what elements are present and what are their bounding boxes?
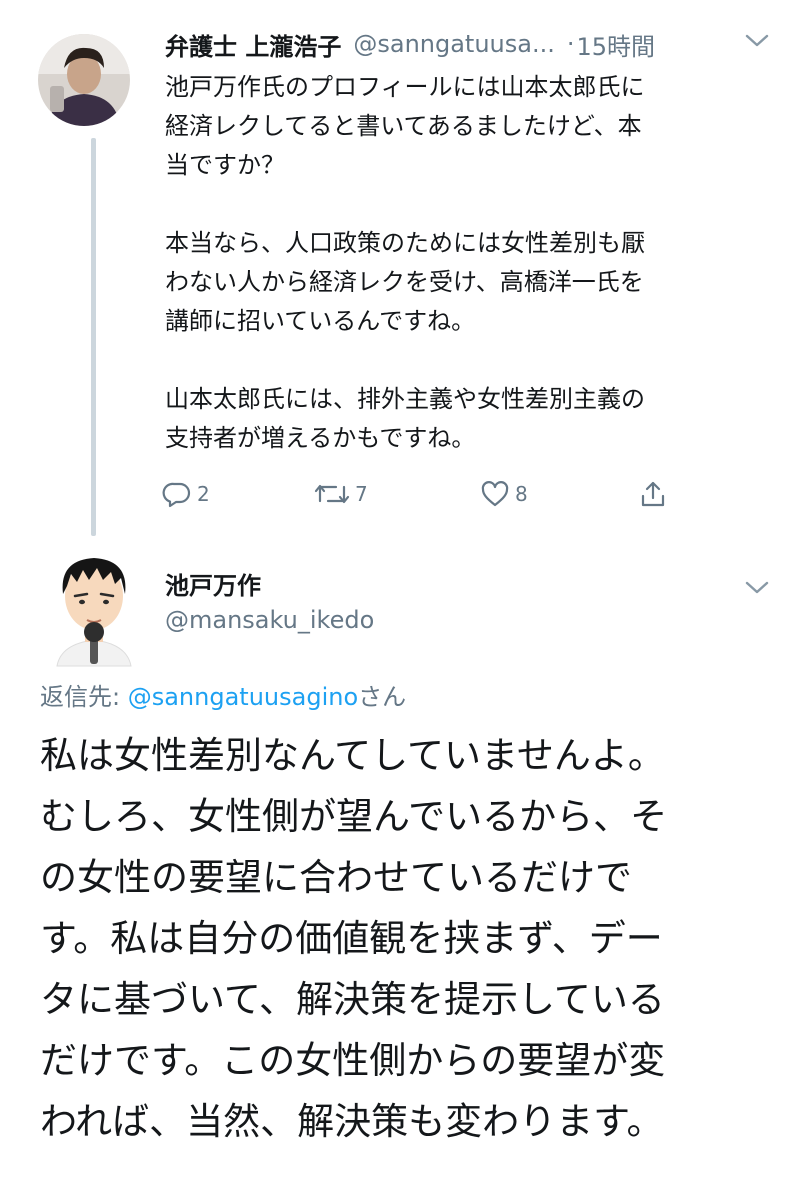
retweet-button[interactable]: 7 [314, 474, 368, 514]
replying-to-line: 返信先: @sanngatuusaginoさん [40, 677, 406, 712]
author-handle[interactable]: @sanngatuusa... [353, 30, 555, 58]
like-button[interactable]: 8 [480, 474, 528, 514]
retweet-count: 7 [355, 482, 368, 506]
thread-connector [91, 138, 96, 536]
tweet-paragraph: 山本太郎氏には、排外主義や女性差別主義の 支持者が増えるかもですね。 [165, 385, 645, 452]
parent-tweet-header: 弁護士 上瀧浩子 @sanngatuusa... · 15時間 [165, 24, 785, 64]
tweet-paragraph: 本当なら、人口政策のためには女性差別も厭 わない人から経済レクを受け、高橋洋一氏… [165, 229, 645, 335]
tweet-line: われば、当然、解決策も変わります。 [40, 1100, 664, 1143]
author-avatar[interactable] [38, 34, 130, 126]
tweet-line: 私は女性差別なんてしていませんよ。 [40, 734, 665, 777]
tweet-line: の女性の要望に合わせているだけで [40, 856, 632, 899]
retweet-icon [314, 484, 350, 504]
reply-author-display-name[interactable]: 池戸万作 [165, 566, 261, 601]
tweet-line: だけです。この女性側からの要望が変 [40, 1039, 666, 1082]
tweet-line: タに基づいて、解決策を提示している [40, 978, 665, 1021]
reply-to-mention-link[interactable]: @sanngatuusagino [128, 683, 358, 711]
like-icon [481, 481, 509, 507]
tweet-line: むしろ、女性側が望んでいるから、そ [40, 795, 668, 838]
tweet-paragraph: 池戸万作氏のプロフィールには山本太郎氏に 経済レクしてると書いてあるましたけど、… [165, 73, 645, 179]
reply-author-avatar[interactable] [47, 548, 141, 668]
tweet-actions: 2 7 8 [160, 474, 680, 514]
tweet-line: す。私は自分の価値観を挟まず、デー [40, 917, 663, 960]
reply-icon [162, 482, 191, 508]
header-separator: · [566, 30, 575, 58]
share-icon [641, 481, 665, 507]
reply-button[interactable]: 2 [162, 474, 210, 514]
author-display-name[interactable]: 弁護士 上瀧浩子 [165, 27, 341, 62]
reply-to-prefix: 返信先: [40, 683, 128, 711]
parent-tweet-text: 池戸万作氏のプロフィールには山本太郎氏に 経済レクしてると書いてあるましたけど、… [165, 68, 775, 458]
reply-count: 2 [197, 482, 210, 506]
share-button[interactable] [638, 474, 668, 514]
tweet-timestamp[interactable]: 15時間 [577, 27, 656, 62]
reply-to-suffix: さん [358, 683, 407, 711]
like-count: 8 [515, 482, 528, 506]
reply-tweet-text: 私は女性差別なんてしていませんよ。 むしろ、女性側が望んでいるから、そ の女性の… [40, 725, 780, 1152]
chevron-down-icon[interactable] [744, 579, 770, 597]
reply-author-handle[interactable]: @mansaku_ikedo [165, 606, 374, 634]
chevron-down-icon[interactable] [744, 32, 770, 50]
